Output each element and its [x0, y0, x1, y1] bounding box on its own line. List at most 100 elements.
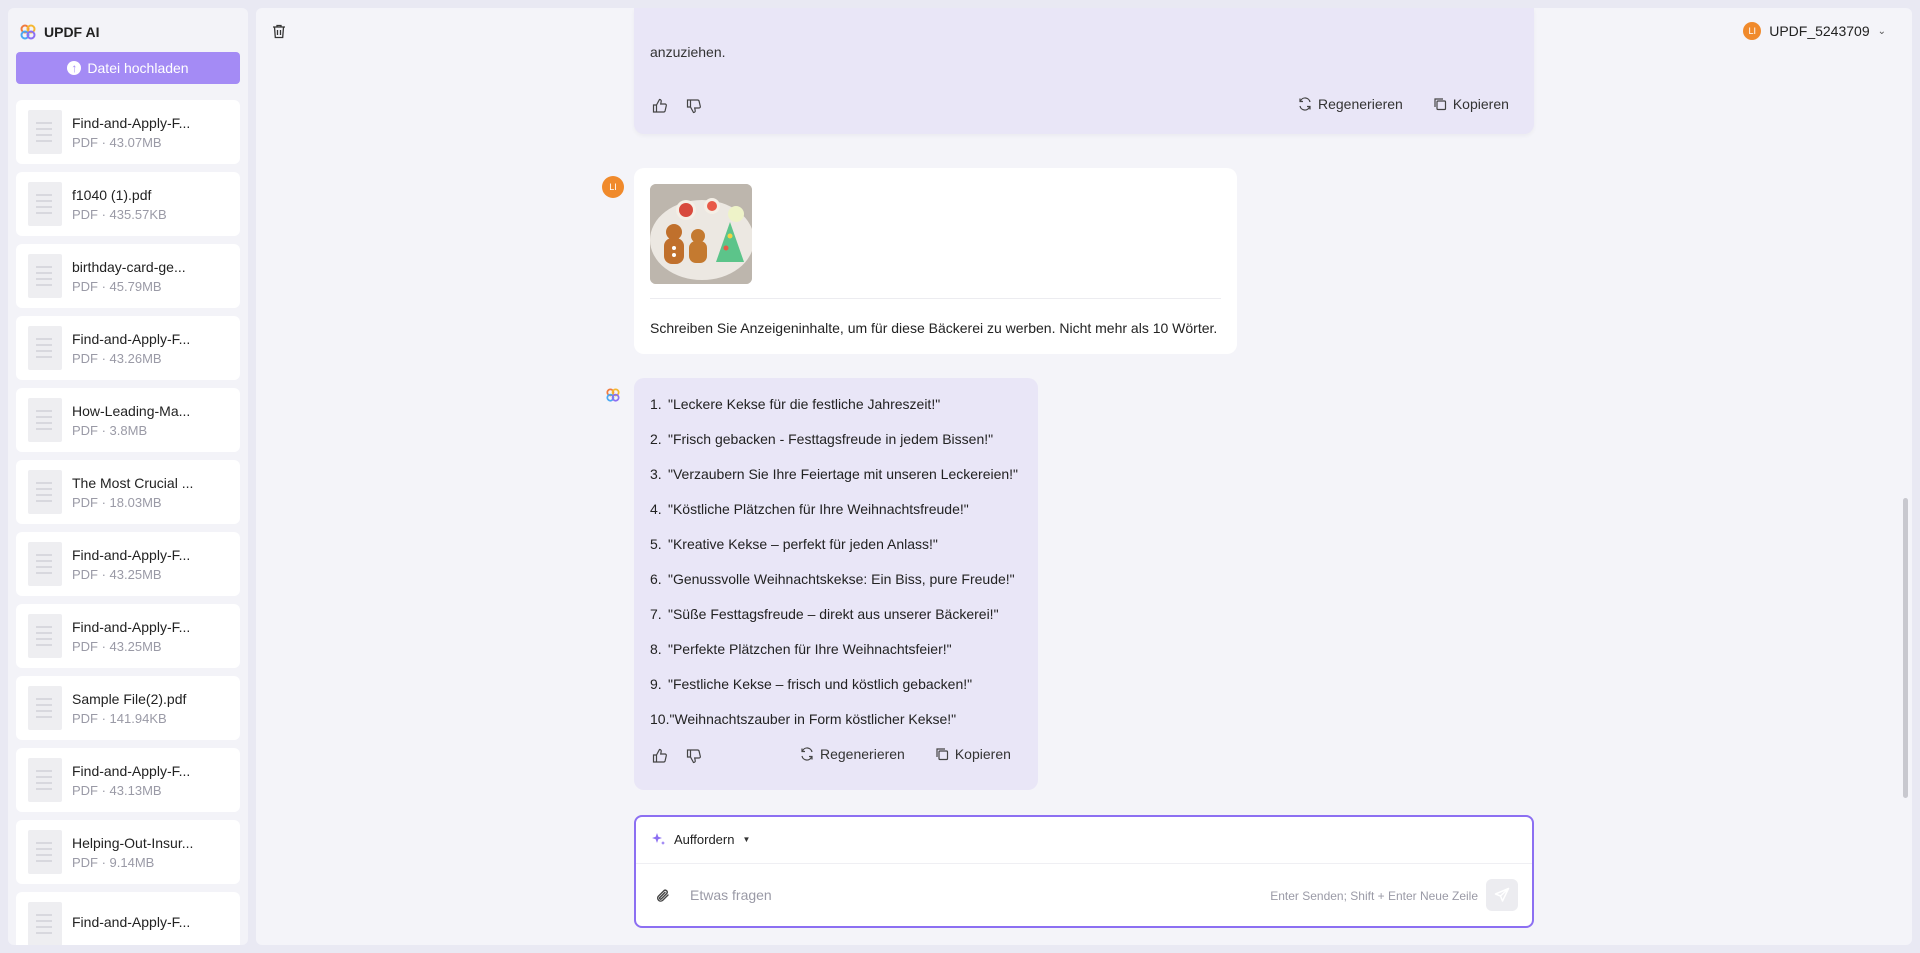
upload-file-button[interactable]: ↑ Datei hochladen: [16, 52, 240, 84]
answer-list: 1. "Leckere Kekse für die festliche Jahre…: [650, 394, 1018, 744]
list-item: 5. "Kreative Kekse – perfekt für jeden An…: [650, 534, 1018, 569]
file-meta: PDF · 43.26MB: [72, 350, 162, 366]
file-name: Helping-Out-Insur...: [72, 834, 194, 851]
thumbs-up-icon: [652, 98, 667, 113]
updf-logo-icon: [20, 24, 36, 40]
list-item: 1. "Leckere Kekse für die festliche Jahre…: [650, 394, 1018, 429]
thumbs-up-button[interactable]: [650, 96, 670, 116]
pdf-file-icon: [28, 686, 62, 730]
pdf-file-icon: [28, 182, 62, 226]
file-meta: PDF · 3.8MB: [72, 422, 148, 438]
scrollbar[interactable]: [1903, 498, 1908, 798]
copy-button[interactable]: Kopieren: [1433, 96, 1509, 112]
ai-message-previous: anzuziehen. Regenerieren Kopieren: [634, 8, 1534, 134]
file-meta: PDF · 43.25MB: [72, 638, 162, 654]
file-meta: PDF · 43.07MB: [72, 134, 162, 150]
brand: UPDF AI: [8, 8, 248, 56]
file-item[interactable]: Find-and-Apply-F...: [16, 892, 240, 945]
file-name: f1040 (1).pdf: [72, 186, 152, 203]
regenerate-label: Regenerieren: [1318, 96, 1403, 112]
chat-panel: LI UPDF_5243709 ⌄ anzuziehen. Regenerier…: [256, 8, 1912, 945]
list-item: 3. "Verzaubern Sie Ihre Feiertage mit uns…: [650, 464, 1018, 499]
list-item: 8. "Perfekte Plätzchen für Ihre Weihnacht…: [650, 639, 1018, 674]
send-button[interactable]: [1486, 879, 1518, 911]
file-item[interactable]: birthday-card-ge... PDF · 45.79MB: [16, 244, 240, 308]
item-text: "Verzaubern Sie Ihre Feiertage mit unser…: [668, 466, 1019, 482]
file-item[interactable]: Find-and-Apply-F... PDF · 43.26MB: [16, 316, 240, 380]
app-title: UPDF AI: [44, 24, 100, 40]
file-item[interactable]: How-Leading-Ma... PDF · 3.8MB: [16, 388, 240, 452]
item-number: 10.: [650, 711, 670, 727]
file-meta: PDF · 141.94KB: [72, 710, 167, 726]
file-item[interactable]: Helping-Out-Insur... PDF · 9.14MB: [16, 820, 240, 884]
message-divider: [650, 298, 1221, 299]
thumbs-down-button[interactable]: [684, 96, 704, 116]
delete-chat-button[interactable]: [272, 24, 286, 44]
pdf-file-icon: [28, 326, 62, 370]
item-text: "Süße Festtagsfreude – direkt aus unsere…: [668, 606, 999, 622]
item-text: "Frisch gebacken - Festtagsfreude in jed…: [668, 431, 994, 447]
item-number: 9.: [650, 676, 662, 692]
chat-composer: Auffordern ▼ Enter Senden; Shift + Enter…: [634, 815, 1534, 928]
pdf-file-icon: [28, 110, 62, 154]
pdf-file-icon: [28, 542, 62, 586]
cookie-image[interactable]: [650, 184, 752, 284]
prompt-dropdown[interactable]: Auffordern ▼: [650, 831, 750, 847]
ask-input[interactable]: [690, 881, 1250, 909]
ai-message: 1. "Leckere Kekse für die festliche Jahre…: [634, 378, 1038, 790]
item-text: "Perfekte Plätzchen für Ihre Weihnachtsf…: [668, 641, 952, 657]
item-number: 4.: [650, 501, 662, 517]
copy-label: Kopieren: [1452, 96, 1509, 112]
file-item[interactable]: Find-and-Apply-F... PDF · 43.25MB: [16, 532, 240, 596]
file-name: How-Leading-Ma...: [72, 402, 191, 419]
file-name: The Most Crucial ...: [72, 474, 194, 491]
file-item[interactable]: Sample File(2).pdf PDF · 141.94KB: [16, 676, 240, 740]
message-text: Schreiben Sie Anzeigeninhalte, um für di…: [650, 320, 1218, 336]
file-item[interactable]: Find-and-Apply-F... PDF · 43.25MB: [16, 604, 240, 668]
file-meta: PDF · 43.13MB: [72, 782, 162, 798]
item-number: 6.: [650, 571, 662, 587]
attach-button[interactable]: [654, 887, 672, 910]
user-name: UPDF_5243709: [1769, 23, 1870, 39]
list-item: 7. "Süße Festtagsfreude – direkt aus unse…: [650, 604, 1018, 639]
user-menu[interactable]: LI UPDF_5243709 ⌄: [1743, 22, 1886, 40]
item-number: 3.: [650, 466, 662, 482]
upload-button-label: Datei hochladen: [87, 60, 189, 76]
pdf-file-icon: [28, 614, 62, 658]
file-name: Sample File(2).pdf: [72, 690, 187, 707]
list-item: 2. "Frisch gebacken - Festtagsfreude in j…: [650, 429, 1018, 464]
copy-button[interactable]: Kopieren: [935, 746, 1011, 762]
item-text: "Weihnachtszauber in Form köstlicher Kek…: [669, 711, 957, 727]
caret-down-icon: ▼: [742, 834, 751, 844]
regenerate-button[interactable]: Regenerieren: [800, 746, 905, 762]
file-name: Find-and-Apply-F...: [72, 618, 191, 635]
trash-icon: [273, 24, 285, 39]
file-meta: PDF · 9.14MB: [72, 854, 155, 870]
refresh-icon: [1299, 97, 1311, 111]
copy-icon: [1434, 98, 1446, 111]
file-meta: PDF · 45.79MB: [72, 278, 162, 294]
pdf-file-icon: [28, 902, 62, 945]
message-text: anzuziehen.: [650, 44, 726, 60]
avatar: LI: [1743, 22, 1762, 40]
thumbs-down-button[interactable]: [684, 746, 704, 766]
file-item[interactable]: The Most Crucial ... PDF · 18.03MB: [16, 460, 240, 524]
pdf-file-icon: [28, 830, 62, 874]
item-text: "Festliche Kekse – frisch und köstlich g…: [668, 676, 973, 692]
item-number: 1.: [650, 396, 662, 412]
file-item[interactable]: f1040 (1).pdf PDF · 435.57KB: [16, 172, 240, 236]
send-icon: [1494, 887, 1510, 902]
file-list: Find-and-Apply-F... PDF · 43.07MB f1040 (…: [16, 100, 240, 945]
regenerate-button[interactable]: Regenerieren: [1298, 96, 1403, 112]
chevron-down-icon: ⌄: [1877, 25, 1886, 37]
file-item[interactable]: Find-and-Apply-F... PDF · 43.07MB: [16, 100, 240, 164]
item-number: 8.: [650, 641, 662, 657]
refresh-icon: [801, 747, 813, 761]
regenerate-label: Regenerieren: [820, 746, 905, 762]
user-message: Schreiben Sie Anzeigeninhalte, um für di…: [634, 168, 1237, 354]
file-meta: PDF · 18.03MB: [72, 494, 162, 510]
file-item[interactable]: Find-and-Apply-F... PDF · 43.13MB: [16, 748, 240, 812]
item-text: "Genussvolle Weihnachtskekse: Ein Biss, …: [668, 571, 1015, 587]
thumbs-up-button[interactable]: [650, 746, 670, 766]
prompt-label: Auffordern: [674, 831, 735, 847]
